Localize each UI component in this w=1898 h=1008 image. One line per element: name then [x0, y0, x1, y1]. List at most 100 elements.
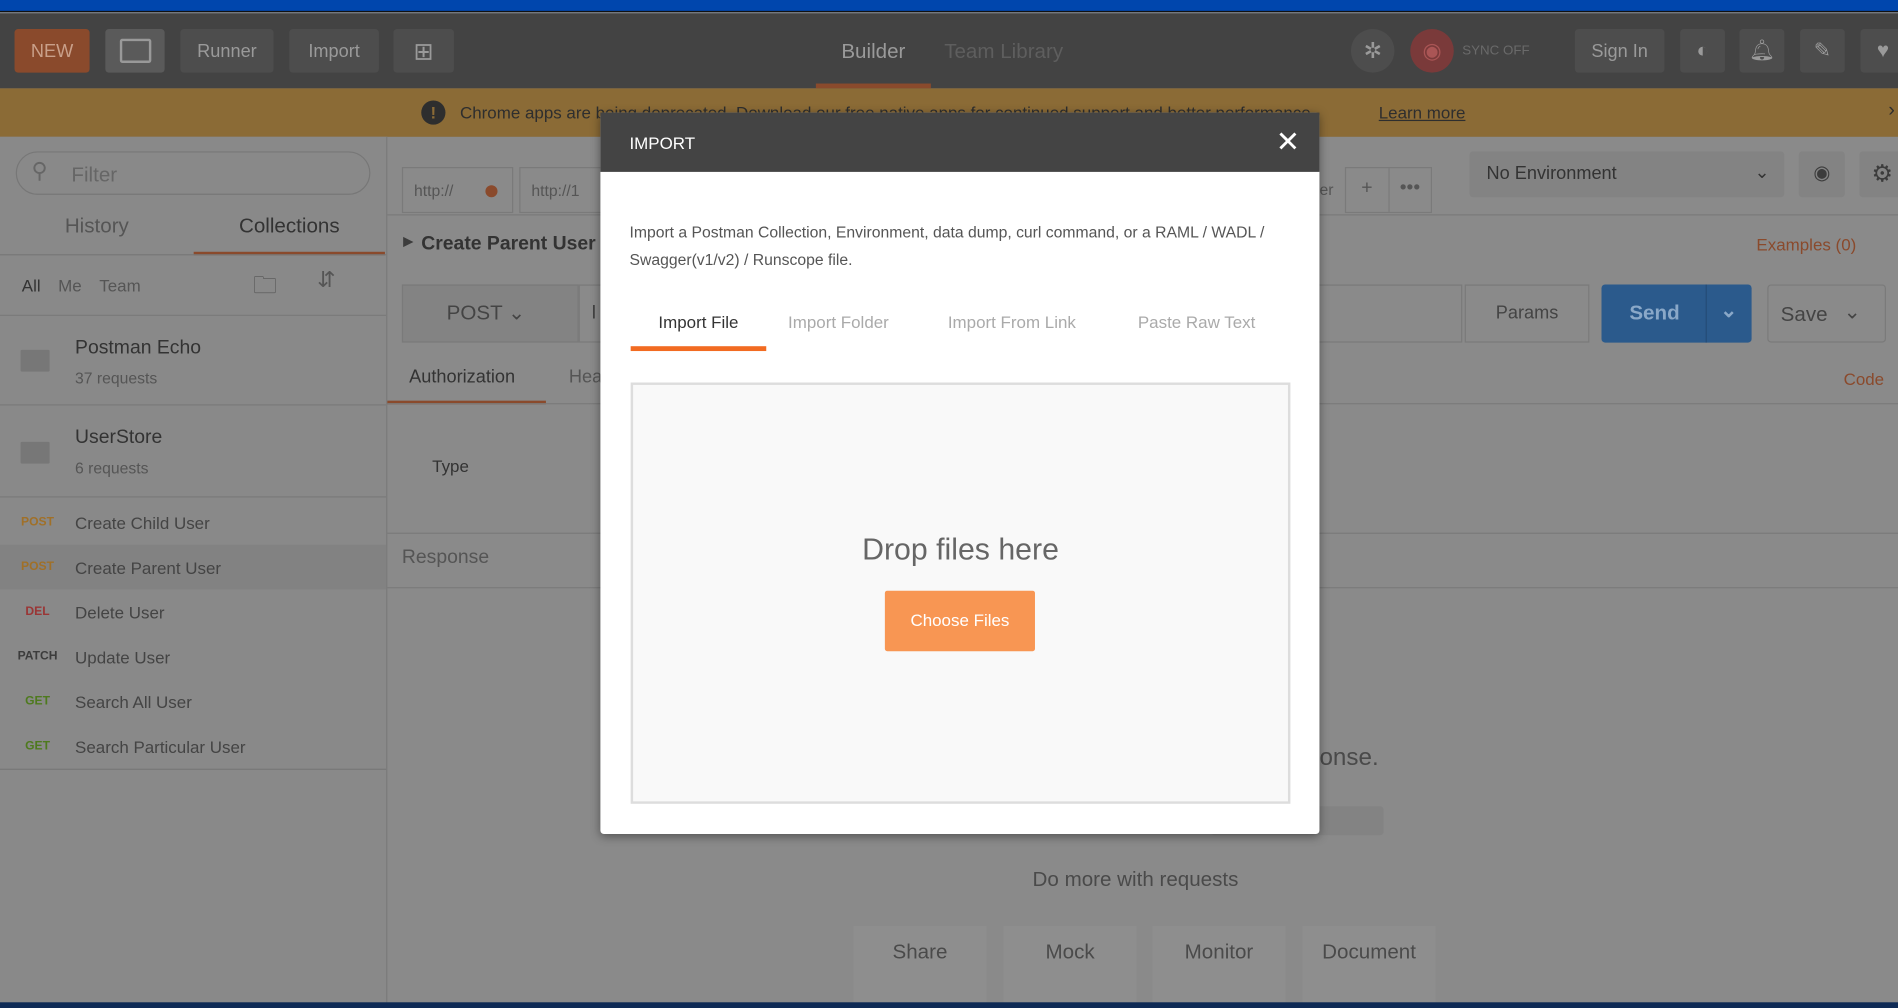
- more-title: Do more with requests: [1032, 867, 1239, 891]
- import-modal: IMPORT ✕ Import a Postman Collection, Env…: [600, 112, 1320, 835]
- response-hint: onse.: [1319, 744, 1379, 772]
- sidebar-toggle-button[interactable]: [105, 29, 165, 73]
- choose-files-button[interactable]: Choose Files: [884, 590, 1035, 652]
- unsaved-dot-icon: [485, 185, 498, 198]
- examples-dropdown[interactable]: Examples (0): [1756, 235, 1856, 254]
- filter-placeholder: Filter: [71, 163, 118, 187]
- request-title: Create Parent User: [421, 233, 596, 255]
- monitor-card[interactable]: Monitor: [1152, 926, 1286, 1008]
- tab-history[interactable]: History: [0, 214, 194, 238]
- method-badge: GET: [25, 739, 50, 753]
- request-item[interactable]: POST Create Child User: [0, 500, 386, 545]
- warning-icon: !: [421, 100, 446, 125]
- tab-team-library[interactable]: Team Library: [944, 40, 1063, 64]
- request-name: Create Child User: [75, 512, 210, 533]
- eye-icon[interactable]: ◉: [1798, 151, 1845, 198]
- method-badge: POST: [21, 515, 54, 529]
- request-item[interactable]: PATCH Update User: [0, 634, 386, 679]
- share-card[interactable]: Share: [853, 926, 987, 1008]
- request-item[interactable]: GET Search Particular User: [0, 724, 386, 769]
- tab-collections[interactable]: Collections: [193, 214, 385, 256]
- chevron-down-icon: ⌄: [1720, 298, 1738, 322]
- sort-icon[interactable]: ⇵: [317, 268, 335, 293]
- request-item[interactable]: GET Search All User: [0, 679, 386, 724]
- new-window-button[interactable]: ⊞: [393, 29, 454, 73]
- new-window-icon: ⊞: [413, 38, 434, 65]
- collection-count: 6 requests: [75, 458, 149, 477]
- mock-card[interactable]: Mock: [1003, 926, 1137, 1008]
- tab-builder[interactable]: Builder: [815, 13, 931, 89]
- document-card[interactable]: Document: [1302, 926, 1436, 1008]
- request-name: Create Parent User: [75, 557, 222, 577]
- collection-name: Postman Echo: [75, 337, 202, 359]
- chevron-down-icon: ⌄: [1843, 300, 1861, 324]
- request-tab-partial[interactable]: er: [1319, 167, 1336, 213]
- heart-icon[interactable]: ♥: [1860, 29, 1898, 73]
- collection-userstore[interactable]: UserStore 6 requests: [0, 406, 387, 498]
- method-select[interactable]: POST ⌄: [401, 284, 579, 343]
- window-title-bar: [0, 0, 1898, 13]
- drop-text: Drop files here: [862, 532, 1059, 567]
- code-link[interactable]: Code: [1844, 369, 1885, 388]
- import-button[interactable]: Import: [289, 29, 379, 73]
- new-button[interactable]: NEW: [14, 29, 90, 73]
- request-name: Delete User: [75, 602, 165, 622]
- sidebar-icon: [119, 38, 151, 63]
- modal-description: Import a Postman Collection, Environment…: [629, 222, 1265, 269]
- method-badge: DEL: [25, 605, 50, 619]
- tab-headers[interactable]: Hea: [569, 367, 602, 388]
- request-tab[interactable]: http://1: [519, 167, 605, 214]
- request-name: Search All User: [75, 691, 192, 712]
- gear-icon[interactable]: ⚙: [1859, 151, 1898, 198]
- new-collection-icon[interactable]: 🗀: [253, 268, 277, 309]
- filter-input[interactable]: ⚲ Filter: [15, 151, 371, 195]
- close-banner-icon[interactable]: ›: [1888, 100, 1894, 122]
- folder-icon: [20, 441, 50, 464]
- save-button[interactable]: Save ⌄: [1767, 284, 1886, 343]
- method-badge: POST: [21, 560, 54, 574]
- more-icon[interactable]: •••: [1389, 168, 1431, 212]
- runner-button[interactable]: Runner: [180, 29, 274, 73]
- globe-icon[interactable]: ◐: [1680, 29, 1725, 73]
- learn-more-link[interactable]: Learn more: [1379, 103, 1466, 122]
- drop-zone[interactable]: Drop files here Choose Files: [630, 382, 1291, 804]
- request-tab[interactable]: http://: [401, 167, 514, 214]
- collection-name: UserStore: [75, 427, 163, 448]
- taskbar: [0, 1002, 1898, 1008]
- tab-import-from-link[interactable]: Import From Link: [948, 312, 1076, 331]
- filter-team[interactable]: Team: [99, 276, 140, 295]
- request-name: Update User: [75, 647, 171, 667]
- collection-postman-echo[interactable]: Postman Echo 37 requests: [0, 314, 387, 406]
- tab-authorization[interactable]: Authorization: [387, 352, 546, 405]
- collapse-caret-icon[interactable]: ▶: [403, 234, 413, 250]
- close-icon[interactable]: ✕: [1276, 125, 1300, 160]
- chevron-down-icon: ⌄: [1754, 162, 1770, 183]
- params-button[interactable]: Params: [1464, 284, 1590, 343]
- tab-import-file[interactable]: Import File: [630, 312, 767, 352]
- auth-type-label: Type: [432, 456, 469, 476]
- folder-icon: [20, 349, 50, 372]
- response-label: Response: [401, 547, 490, 568]
- modal-title: IMPORT: [629, 133, 696, 153]
- request-name: Search Particular User: [75, 736, 246, 756]
- sign-in-button[interactable]: Sign In: [1574, 29, 1665, 73]
- wrench-icon[interactable]: ✎: [1800, 29, 1845, 73]
- request-item[interactable]: DEL Delete User: [0, 590, 386, 635]
- bell-icon[interactable]: 🔔︎: [1739, 29, 1785, 73]
- top-bar: NEW Runner Import ⊞ Builder Team Library…: [0, 13, 1898, 89]
- filter-all[interactable]: All: [22, 276, 41, 295]
- tab-actions: + •••: [1344, 167, 1433, 214]
- sync-status: SYNC OFF: [1462, 43, 1530, 59]
- request-item[interactable]: POST Create Parent User: [0, 544, 387, 590]
- tab-import-folder[interactable]: Import Folder: [788, 312, 889, 331]
- add-tab-icon[interactable]: +: [1346, 168, 1390, 212]
- interceptor-icon[interactable]: ✲: [1350, 29, 1395, 73]
- filter-me[interactable]: Me: [58, 276, 82, 295]
- search-icon: ⚲: [31, 158, 48, 183]
- collection-count: 37 requests: [75, 369, 158, 388]
- environment-select[interactable]: No Environment ⌄: [1469, 151, 1785, 198]
- sync-icon[interactable]: ◉: [1410, 29, 1454, 73]
- tab-paste-raw-text[interactable]: Paste Raw Text: [1138, 312, 1255, 331]
- sidebar: ⚲ Filter History Collections All Me Team…: [0, 136, 388, 1003]
- send-button[interactable]: Send ⌄: [1601, 284, 1752, 343]
